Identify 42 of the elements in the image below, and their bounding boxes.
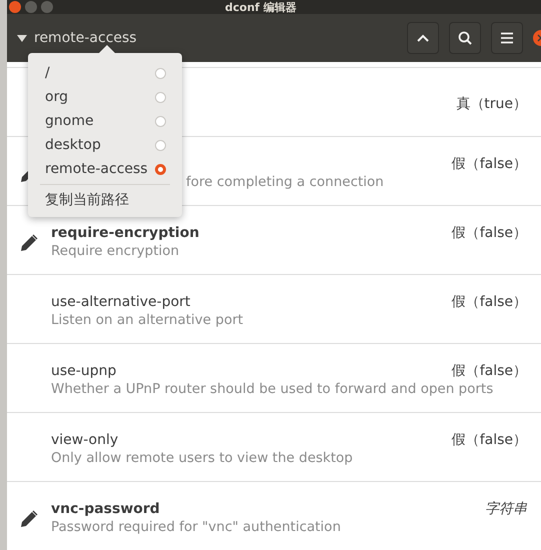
search-button[interactable]	[449, 22, 481, 54]
dropdown-icon	[17, 34, 27, 42]
key-name: use-upnp	[51, 362, 116, 378]
key-description: Only allow remote users to view the desktop	[51, 450, 353, 466]
path-button[interactable]: remote-access	[7, 30, 137, 46]
window-title: dconf 编辑器	[225, 0, 296, 14]
key-description: Listen on an alternative port	[51, 312, 244, 328]
close-button[interactable]	[9, 1, 21, 13]
menu-button[interactable]	[491, 22, 523, 54]
key-value: 假（false）	[452, 294, 528, 310]
path-menu-item[interactable]: org	[28, 85, 182, 109]
key-description: Whether a UPnP router should be used to forward and open ports	[51, 380, 494, 396]
key-value: 真（true）	[456, 96, 528, 112]
parent-folder-button[interactable]	[407, 22, 439, 54]
maximize-button[interactable]	[41, 1, 53, 13]
key-row[interactable]: use-alternative-port 假（false） Listen on an alternative port	[7, 274, 541, 343]
key-value: 假（false）	[452, 224, 528, 242]
key-name: vnc-password	[51, 500, 160, 516]
radio-button[interactable]	[155, 164, 166, 174]
search-icon	[457, 30, 473, 46]
copy-path-item[interactable]: 复制当前路径	[28, 189, 182, 211]
key-description: Require encryption	[51, 242, 180, 258]
menu-icon	[499, 30, 515, 46]
path-menu-item[interactable]: desktop	[28, 133, 182, 157]
key-name: require-encryption	[51, 224, 200, 240]
radio-button[interactable]	[155, 116, 166, 126]
key-row[interactable]: use-upnp 假（false） Whether a UPnP router should be used to forward and open ports	[7, 343, 541, 412]
key-description: Password required for "vnc" authentication	[51, 518, 341, 534]
key-description: fore completing a connection	[186, 174, 384, 190]
key-value: 字符串	[485, 500, 528, 518]
radio-button[interactable]	[155, 140, 166, 150]
key-name: view-only	[51, 432, 118, 448]
minimize-button[interactable]	[25, 1, 37, 13]
key-value: 假（false）	[452, 156, 528, 172]
path-menu-item[interactable]: remote-access	[28, 157, 182, 181]
key-name: use-alternative-port	[51, 294, 190, 310]
key-value: 假（false）	[452, 432, 528, 448]
path-menu-item[interactable]: gnome	[28, 109, 182, 133]
radio-button[interactable]	[155, 68, 166, 78]
radio-button[interactable]	[155, 92, 166, 102]
key-row[interactable]: view-only 假（false） Only allow remote users to view the desktop	[7, 412, 541, 481]
key-value: 假（false）	[452, 362, 528, 380]
